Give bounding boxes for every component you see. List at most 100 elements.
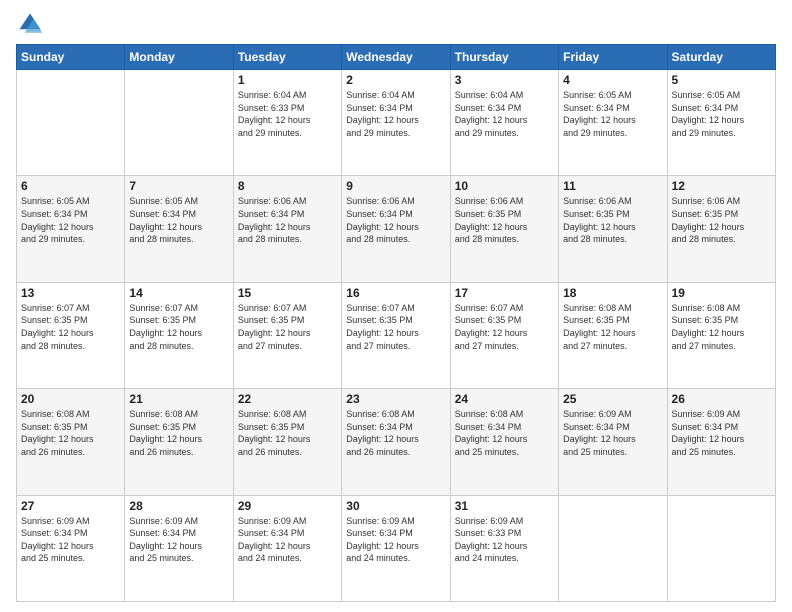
day-info: Sunrise: 6:09 AM Sunset: 6:34 PM Dayligh… [238,515,337,565]
calendar-day-cell: 26 Sunrise: 6:09 AM Sunset: 6:34 PM Dayli… [667,389,775,495]
day-info: Sunrise: 6:06 AM Sunset: 6:35 PM Dayligh… [672,195,771,245]
day-number: 8 [238,179,337,193]
calendar-day-cell: 25Sunrise: 6:09 AM Sunset: 6:34 PM Dayli… [559,389,667,495]
day-info: Sunrise: 6:07 AM Sunset: 6:35 PM Dayligh… [238,302,337,352]
calendar-day-cell: 13 Sunrise: 6:07 AM Sunset: 6:35 PM Dayli… [17,282,125,388]
day-info: Sunrise: 6:04 AM Sunset: 6:34 PM Dayligh… [455,89,554,139]
calendar-day-cell: 29 Sunrise: 6:09 AM Sunset: 6:34 PM Dayli… [233,495,341,601]
day-number: 10 [455,179,554,193]
day-info: Sunrise: 6:08 AM Sunset: 6:35 PM Dayligh… [238,408,337,458]
day-number: 13 [21,286,120,300]
day-info: Sunrise: 6:05 AM Sunset: 6:34 PM Dayligh… [21,195,120,245]
day-number: 31 [455,499,554,513]
calendar-day-cell [17,70,125,176]
day-number: 17 [455,286,554,300]
day-number: 19 [672,286,771,300]
day-info: Sunrise: 6:08 AM Sunset: 6:34 PM Dayligh… [455,408,554,458]
day-number: 2 [346,73,445,87]
calendar-day-cell: 2 Sunrise: 6:04 AM Sunset: 6:34 PM Daylig… [342,70,450,176]
day-info: Sunrise: 6:06 AM Sunset: 6:34 PM Dayligh… [346,195,445,245]
calendar-day-cell: 22 Sunrise: 6:08 AM Sunset: 6:35 PM Dayli… [233,389,341,495]
day-number: 25 [563,392,662,406]
day-info: Sunrise: 6:09 AM Sunset: 6:34 PM Dayligh… [346,515,445,565]
day-number: 3 [455,73,554,87]
calendar-day-cell [125,70,233,176]
day-info: Sunrise: 6:05 AM Sunset: 6:34 PM Dayligh… [672,89,771,139]
logo-icon [16,10,44,38]
day-number: 12 [672,179,771,193]
calendar-day-cell: 10 Sunrise: 6:06 AM Sunset: 6:35 PM Dayli… [450,176,558,282]
day-info: Sunrise: 6:04 AM Sunset: 6:33 PM Dayligh… [238,89,337,139]
day-number: 21 [129,392,228,406]
day-number: 14 [129,286,228,300]
calendar-day-cell: 11 Sunrise: 6:06 AM Sunset: 6:35 PM Dayli… [559,176,667,282]
calendar-week-row: 1 Sunrise: 6:04 AM Sunset: 6:33 PM Daylig… [17,70,776,176]
calendar-day-cell: 21 Sunrise: 6:08 AM Sunset: 6:35 PM Dayli… [125,389,233,495]
calendar-header-day: Friday [559,45,667,70]
day-number: 11 [563,179,662,193]
calendar-day-cell: 1 Sunrise: 6:04 AM Sunset: 6:33 PM Daylig… [233,70,341,176]
header [16,10,776,38]
day-info: Sunrise: 6:07 AM Sunset: 6:35 PM Dayligh… [129,302,228,352]
day-info: Sunrise: 6:09 AM Sunset: 6:34 PM Dayligh… [21,515,120,565]
calendar-header-day: Saturday [667,45,775,70]
calendar-day-cell: 14 Sunrise: 6:07 AM Sunset: 6:35 PM Dayli… [125,282,233,388]
calendar-header-day: Monday [125,45,233,70]
calendar-day-cell: 16 Sunrise: 6:07 AM Sunset: 6:35 PM Dayli… [342,282,450,388]
day-number: 5 [672,73,771,87]
day-number: 9 [346,179,445,193]
day-info: Sunrise: 6:09 AM Sunset: 6:33 PM Dayligh… [455,515,554,565]
calendar-day-cell: 15 Sunrise: 6:07 AM Sunset: 6:35 PM Dayli… [233,282,341,388]
calendar-day-cell [667,495,775,601]
day-info: Sunrise: 6:08 AM Sunset: 6:35 PM Dayligh… [21,408,120,458]
day-info: Sunrise: 6:06 AM Sunset: 6:35 PM Dayligh… [455,195,554,245]
day-number: 15 [238,286,337,300]
calendar-day-cell: 12 Sunrise: 6:06 AM Sunset: 6:35 PM Dayli… [667,176,775,282]
day-info: Sunrise: 6:07 AM Sunset: 6:35 PM Dayligh… [21,302,120,352]
day-number: 1 [238,73,337,87]
day-number: 4 [563,73,662,87]
calendar-table: SundayMondayTuesdayWednesdayThursdayFrid… [16,44,776,602]
day-number: 22 [238,392,337,406]
calendar-day-cell: 17 Sunrise: 6:07 AM Sunset: 6:35 PM Dayli… [450,282,558,388]
calendar-day-cell: 6 Sunrise: 6:05 AM Sunset: 6:34 PM Daylig… [17,176,125,282]
calendar-day-cell: 20 Sunrise: 6:08 AM Sunset: 6:35 PM Dayli… [17,389,125,495]
calendar-day-cell [559,495,667,601]
calendar-header-row: SundayMondayTuesdayWednesdayThursdayFrid… [17,45,776,70]
page: SundayMondayTuesdayWednesdayThursdayFrid… [0,0,792,612]
day-info: Sunrise: 6:08 AM Sunset: 6:35 PM Dayligh… [672,302,771,352]
day-number: 16 [346,286,445,300]
day-number: 20 [21,392,120,406]
calendar-day-cell: 7Sunrise: 6:05 AM Sunset: 6:34 PM Daylig… [125,176,233,282]
calendar-day-cell: 3 Sunrise: 6:04 AM Sunset: 6:34 PM Daylig… [450,70,558,176]
calendar-day-cell: 30Sunrise: 6:09 AM Sunset: 6:34 PM Dayli… [342,495,450,601]
day-info: Sunrise: 6:09 AM Sunset: 6:34 PM Dayligh… [672,408,771,458]
day-info: Sunrise: 6:06 AM Sunset: 6:34 PM Dayligh… [238,195,337,245]
day-number: 7 [129,179,228,193]
day-info: Sunrise: 6:06 AM Sunset: 6:35 PM Dayligh… [563,195,662,245]
day-number: 24 [455,392,554,406]
calendar-day-cell: 5 Sunrise: 6:05 AM Sunset: 6:34 PM Daylig… [667,70,775,176]
day-number: 28 [129,499,228,513]
calendar-header-day: Tuesday [233,45,341,70]
calendar-day-cell: 8 Sunrise: 6:06 AM Sunset: 6:34 PM Daylig… [233,176,341,282]
day-info: Sunrise: 6:07 AM Sunset: 6:35 PM Dayligh… [346,302,445,352]
day-info: Sunrise: 6:04 AM Sunset: 6:34 PM Dayligh… [346,89,445,139]
day-info: Sunrise: 6:08 AM Sunset: 6:35 PM Dayligh… [129,408,228,458]
calendar-week-row: 13 Sunrise: 6:07 AM Sunset: 6:35 PM Dayli… [17,282,776,388]
calendar-header-day: Sunday [17,45,125,70]
day-number: 6 [21,179,120,193]
calendar-header-day: Wednesday [342,45,450,70]
day-info: Sunrise: 6:05 AM Sunset: 6:34 PM Dayligh… [563,89,662,139]
calendar-week-row: 6 Sunrise: 6:05 AM Sunset: 6:34 PM Daylig… [17,176,776,282]
day-info: Sunrise: 6:07 AM Sunset: 6:35 PM Dayligh… [455,302,554,352]
day-number: 29 [238,499,337,513]
calendar-header-day: Thursday [450,45,558,70]
calendar-day-cell: 24 Sunrise: 6:08 AM Sunset: 6:34 PM Dayli… [450,389,558,495]
day-number: 26 [672,392,771,406]
day-info: Sunrise: 6:09 AM Sunset: 6:34 PM Dayligh… [129,515,228,565]
day-info: Sunrise: 6:08 AM Sunset: 6:35 PM Dayligh… [563,302,662,352]
calendar-day-cell: 18Sunrise: 6:08 AM Sunset: 6:35 PM Dayli… [559,282,667,388]
calendar-day-cell: 31 Sunrise: 6:09 AM Sunset: 6:33 PM Dayli… [450,495,558,601]
calendar-week-row: 27Sunrise: 6:09 AM Sunset: 6:34 PM Dayli… [17,495,776,601]
